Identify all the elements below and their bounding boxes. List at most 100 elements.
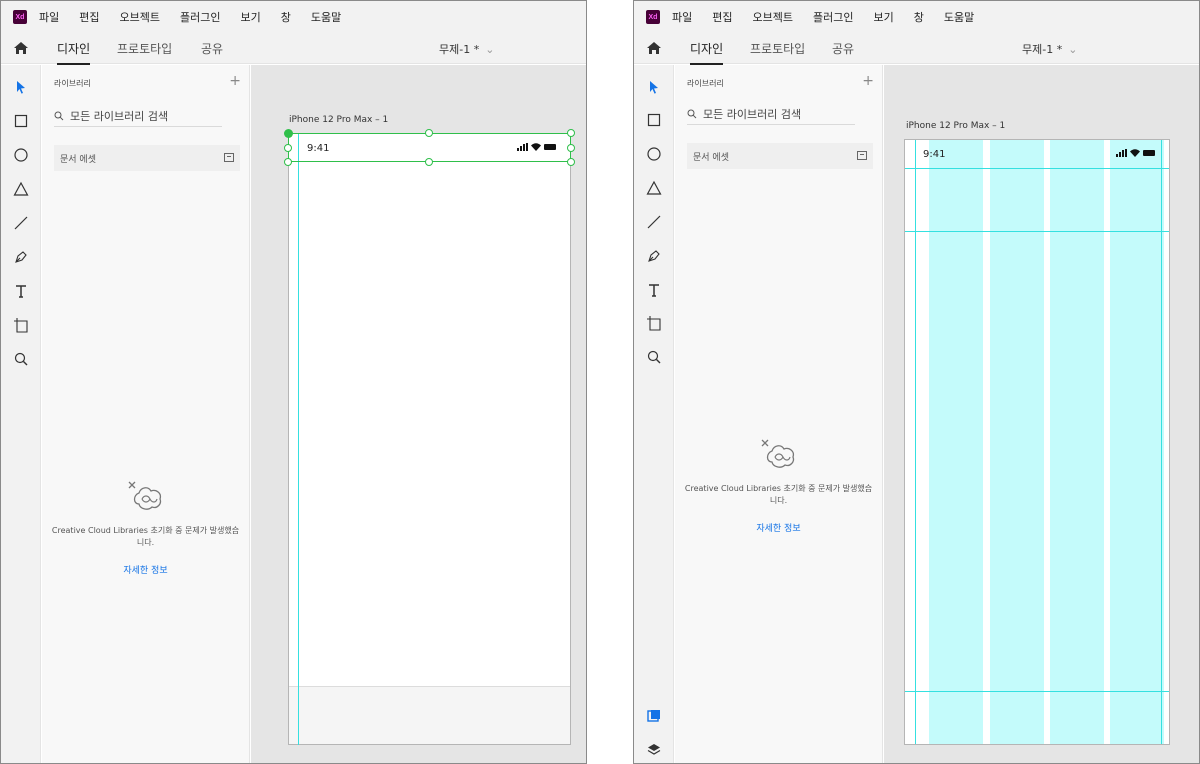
artboard-iphone[interactable]: 9:41	[904, 139, 1170, 745]
add-library-button[interactable]: +	[229, 73, 241, 89]
resize-handle[interactable]	[284, 158, 292, 166]
document-title[interactable]: 무제-1 * ⌄	[1022, 41, 1077, 57]
rectangle-icon[interactable]	[11, 111, 31, 131]
artboard-name[interactable]: iPhone 12 Pro Max – 1	[906, 121, 1005, 131]
resize-handle[interactable]	[284, 144, 292, 152]
guide-line[interactable]	[905, 168, 1169, 169]
artboard-icon[interactable]	[11, 315, 31, 335]
menu-view[interactable]: 보기	[873, 9, 893, 25]
text-icon[interactable]	[11, 281, 31, 301]
cc-error-area: Creative Cloud Libraries 초기화 중 문제가 발생했습니…	[675, 437, 882, 534]
search-placeholder: 모든 라이브러리 검색	[703, 107, 802, 121]
chevron-down-icon: ⌄	[485, 43, 495, 56]
status-icons	[1116, 149, 1155, 157]
ellipse-icon[interactable]	[644, 144, 664, 164]
menu-help[interactable]: 도움말	[311, 9, 341, 25]
chevron-down-icon: ⌄	[1068, 43, 1078, 56]
line-icon[interactable]	[11, 213, 31, 233]
resize-handle[interactable]	[425, 129, 433, 137]
menu-plugins[interactable]: 플러그인	[813, 9, 853, 25]
tab-share[interactable]: 공유	[201, 40, 223, 57]
tool-bar	[634, 65, 674, 763]
resize-handle[interactable]	[567, 129, 575, 137]
select-arrow-icon[interactable]	[11, 77, 31, 97]
design-canvas[interactable]: iPhone 12 Pro Max – 1 9:41	[251, 65, 586, 763]
learn-more-link[interactable]: 자세한 정보	[675, 521, 882, 534]
cc-error-area: Creative Cloud Libraries 초기화 중 문제가 발생했습니…	[42, 479, 249, 576]
document-assets-item[interactable]: 문서 에셋	[54, 145, 240, 171]
guide-line[interactable]	[905, 691, 1169, 692]
tab-prototype[interactable]: 프로토타입	[117, 40, 172, 57]
menu-window[interactable]: 창	[914, 9, 924, 25]
resize-handle[interactable]	[425, 158, 433, 166]
guide-line[interactable]	[905, 231, 1169, 232]
signal-icon	[1116, 149, 1127, 157]
library-panel: 라이브러리 + 모든 라이브러리 검색 문서 에셋 Creative Cloud…	[675, 65, 883, 763]
link-handle-icon[interactable]	[284, 129, 293, 138]
zoom-icon[interactable]	[11, 349, 31, 369]
bottom-bar-area	[289, 686, 570, 744]
artboard-icon[interactable]	[644, 313, 664, 333]
tab-prototype[interactable]: 프로토타입	[750, 40, 805, 57]
menu-object[interactable]: 오브젝트	[753, 9, 793, 25]
status-bar[interactable]: 9:41	[905, 140, 1169, 168]
tab-design[interactable]: 디자인	[690, 40, 724, 65]
add-library-button[interactable]: +	[862, 73, 874, 89]
home-icon[interactable]	[646, 40, 662, 56]
document-assets-label: 문서 에셋	[60, 154, 96, 165]
pen-icon[interactable]	[11, 247, 31, 267]
guide-line[interactable]	[298, 133, 299, 745]
cc-error-message: Creative Cloud Libraries 초기화 중 문제가 발생했습니…	[684, 484, 873, 505]
collapse-icon[interactable]	[224, 153, 234, 162]
xd-window-left: Xd 파일 편집 오브젝트 플러그인 보기 창 도움말 디자인 프로토타입 공유…	[0, 0, 587, 764]
cloud-error-icon	[128, 481, 161, 510]
triangle-icon[interactable]	[644, 178, 664, 198]
menu-edit[interactable]: 편집	[712, 9, 732, 25]
cc-error-message: Creative Cloud Libraries 초기화 중 문제가 발생했습니…	[51, 526, 240, 547]
tab-design[interactable]: 디자인	[57, 40, 91, 65]
menu-bar: Xd 파일 편집 오브젝트 플러그인 보기 창 도움말	[1, 1, 586, 33]
triangle-icon[interactable]	[11, 179, 31, 199]
menu-edit[interactable]: 편집	[79, 9, 99, 25]
artboard-iphone[interactable]: 9:41	[288, 133, 571, 745]
menu-object[interactable]: 오브젝트	[120, 9, 160, 25]
ellipse-icon[interactable]	[11, 145, 31, 165]
tab-share[interactable]: 공유	[832, 40, 854, 57]
library-panel: 라이브러리 + 모든 라이브러리 검색 문서 에셋 Creative Cloud…	[42, 65, 250, 763]
design-canvas[interactable]: iPhone 12 Pro Max – 1 9:41	[884, 65, 1199, 763]
wifi-icon	[1130, 149, 1140, 157]
menu-view[interactable]: 보기	[240, 9, 260, 25]
layers-icon[interactable]	[644, 739, 664, 759]
learn-more-link[interactable]: 자세한 정보	[42, 563, 249, 576]
rectangle-icon[interactable]	[644, 110, 664, 130]
search-icon	[687, 109, 697, 118]
menu-file[interactable]: 파일	[39, 9, 59, 25]
tool-bar	[1, 65, 41, 763]
plugins-icon[interactable]	[644, 706, 664, 726]
mode-tabbar: 디자인 프로토타입 공유 무제-1 * ⌄	[634, 33, 1199, 65]
search-placeholder: 모든 라이브러리 검색	[70, 109, 169, 123]
menu-file[interactable]: 파일	[672, 9, 692, 25]
line-icon[interactable]	[644, 212, 664, 232]
menu-window[interactable]: 창	[281, 9, 291, 25]
select-arrow-icon[interactable]	[644, 77, 664, 97]
document-title[interactable]: 무제-1 * ⌄	[439, 41, 494, 57]
battery-icon	[1143, 150, 1155, 156]
document-assets-item[interactable]: 문서 에셋	[687, 143, 873, 169]
text-icon[interactable]	[644, 280, 664, 300]
status-time: 9:41	[923, 149, 946, 160]
menu-help[interactable]: 도움말	[944, 9, 974, 25]
artboard-name[interactable]: iPhone 12 Pro Max – 1	[289, 115, 388, 125]
resize-handle[interactable]	[567, 144, 575, 152]
collapse-icon[interactable]	[857, 151, 867, 160]
resize-handle[interactable]	[567, 158, 575, 166]
mode-tabbar: 디자인 프로토타입 공유 무제-1 * ⌄	[1, 33, 586, 65]
pen-icon[interactable]	[644, 246, 664, 266]
home-icon[interactable]	[13, 40, 29, 56]
cloud-error-icon	[761, 439, 794, 468]
zoom-icon[interactable]	[644, 347, 664, 367]
xd-window-right: Xd 파일 편집 오브젝트 플러그인 보기 창 도움말 디자인 프로토타입 공유…	[633, 0, 1200, 764]
library-search-input[interactable]: 모든 라이브러리 검색	[54, 105, 222, 127]
library-search-input[interactable]: 모든 라이브러리 검색	[687, 103, 855, 125]
menu-plugins[interactable]: 플러그인	[180, 9, 220, 25]
